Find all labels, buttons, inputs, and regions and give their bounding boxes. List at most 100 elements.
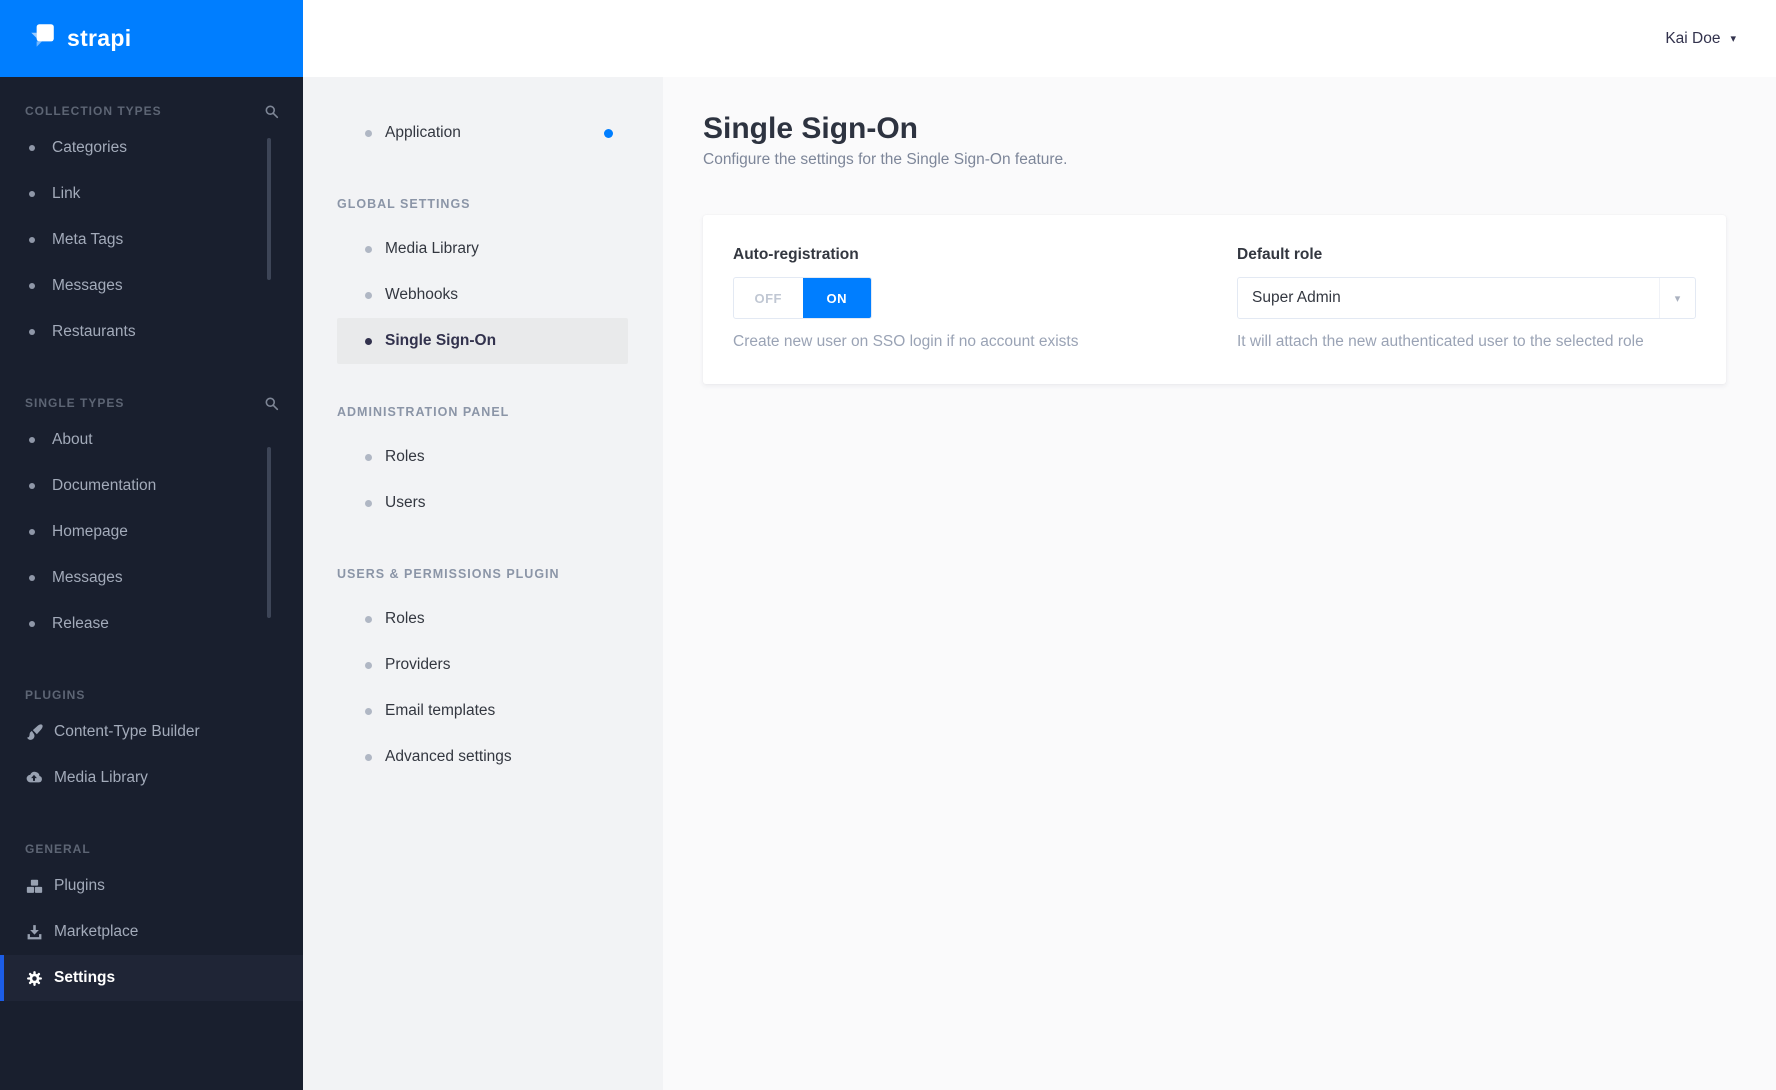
bullet-icon	[365, 453, 372, 461]
subnav-item-up-roles[interactable]: Roles	[337, 596, 628, 642]
sidebar-item-plugins[interactable]: Plugins	[0, 863, 303, 909]
settings-subnav: Application GLOBAL SETTINGS Media Librar…	[303, 77, 663, 1090]
section-single-types: SINGLE TYPES About Documentation Homepag…	[0, 395, 303, 647]
subnav-item-label: Webhooks	[385, 286, 458, 303]
subnav-item-admin-roles[interactable]: Roles	[337, 434, 628, 480]
subnav-item-providers[interactable]: Providers	[337, 642, 628, 688]
sidebar-item-homepage[interactable]: Homepage	[0, 509, 303, 555]
section-general: GENERAL Plugins Marketplace Settings	[0, 841, 303, 1001]
subnav-item-webhooks[interactable]: Webhooks	[337, 272, 628, 318]
main-sidebar: strapi COLLECTION TYPES Categories Link …	[0, 0, 303, 1090]
sidebar-item-label: About	[52, 431, 93, 448]
bullet-icon	[365, 499, 372, 507]
sidebar-item-release[interactable]: Release	[0, 601, 303, 647]
sidebar-item-label: Content-Type Builder	[54, 723, 200, 740]
subnav-item-application[interactable]: Application	[337, 110, 628, 156]
auto-registration-label: Auto-registration	[733, 246, 859, 263]
sso-settings-card: Auto-registration OFF ON Create new user…	[703, 215, 1726, 384]
section-header: PLUGINS	[0, 687, 303, 703]
default-role-select[interactable]: Super Admin ▾	[1237, 277, 1696, 319]
subnav-item-single-sign-on[interactable]: Single Sign-On	[337, 318, 628, 364]
auto-registration-helper: Create new user on SSO login if no accou…	[733, 333, 1079, 350]
section-label: COLLECTION TYPES	[25, 104, 162, 118]
sidebar-item-meta-tags[interactable]: Meta Tags	[0, 217, 303, 263]
sidebar-item-messages[interactable]: Messages	[0, 263, 303, 309]
subnav-section-label: USERS & PERMISSIONS PLUGIN	[337, 567, 560, 581]
bullet-icon	[29, 529, 35, 535]
sidebar-item-label: Settings	[54, 969, 116, 986]
paintbrush-icon	[25, 723, 43, 741]
default-role-helper: It will attach the new authenticated use…	[1237, 333, 1644, 350]
sidebar-item-label: Restaurants	[52, 323, 136, 340]
search-icon[interactable]	[264, 396, 279, 411]
subnav-item-label: Single Sign-On	[385, 332, 497, 349]
subnav-item-advanced-settings[interactable]: Advanced settings	[337, 734, 628, 780]
section-label: SINGLE TYPES	[25, 396, 125, 410]
sidebar-item-content-type-builder[interactable]: Content-Type Builder	[0, 709, 303, 755]
sidebar-item-settings[interactable]: Settings	[0, 955, 303, 1001]
sidebar-item-label: Plugins	[54, 877, 105, 894]
bullet-icon	[29, 191, 35, 197]
bullet-icon	[365, 129, 372, 137]
bullet-icon	[365, 661, 372, 669]
collection-types-scrollbar[interactable]	[267, 138, 271, 280]
sidebar-item-label: Marketplace	[54, 923, 139, 940]
section-label: GENERAL	[25, 842, 91, 856]
user-menu[interactable]: Kai Doe ▾	[1665, 0, 1736, 77]
sidebar-item-media-library[interactable]: Media Library	[0, 755, 303, 801]
sidebar-item-link[interactable]: Link	[0, 171, 303, 217]
subnav-item-admin-users[interactable]: Users	[337, 480, 628, 526]
sidebar-item-label: Messages	[52, 277, 123, 294]
subnav-section-header: ADMINISTRATION PANEL	[337, 404, 628, 420]
bullet-icon	[29, 145, 35, 151]
brand-logo[interactable]: strapi	[0, 0, 303, 77]
section-header: COLLECTION TYPES	[0, 103, 303, 119]
cubes-icon	[25, 878, 43, 895]
search-icon[interactable]	[264, 104, 279, 119]
auto-registration-toggle: OFF ON	[733, 277, 872, 319]
sidebar-item-documentation[interactable]: Documentation	[0, 463, 303, 509]
page-subtitle: Configure the settings for the Single Si…	[703, 151, 1068, 168]
subnav-item-label: Providers	[385, 656, 451, 673]
subnav-item-label: Advanced settings	[385, 748, 512, 765]
bullet-icon	[365, 291, 372, 299]
strapi-logo-icon	[27, 21, 57, 56]
sidebar-item-categories[interactable]: Categories	[0, 125, 303, 171]
toggle-on-button[interactable]: ON	[802, 278, 871, 318]
subnav-item-label: Media Library	[385, 240, 479, 257]
single-types-scrollbar[interactable]	[267, 447, 271, 618]
bullet-icon	[29, 483, 35, 489]
topbar: Kai Doe ▾	[303, 0, 1776, 77]
subnav-item-label: Application	[385, 124, 461, 141]
bullet-icon	[29, 329, 35, 335]
default-role-label: Default role	[1237, 246, 1323, 263]
sidebar-item-label: Media Library	[54, 769, 148, 786]
subnav-section-label: ADMINISTRATION PANEL	[337, 405, 510, 419]
bullet-icon	[365, 615, 372, 623]
sidebar-item-label: Categories	[52, 139, 127, 156]
sidebar-item-messages-single[interactable]: Messages	[0, 555, 303, 601]
subnav-item-label: Users	[385, 494, 426, 511]
chevron-down-icon: ▾	[1730, 33, 1736, 45]
sidebar-item-label: Homepage	[52, 523, 128, 540]
sidebar-item-about[interactable]: About	[0, 417, 303, 463]
auto-registration-field: Auto-registration OFF ON Create new user…	[733, 246, 1192, 351]
sidebar-item-label: Link	[52, 185, 81, 202]
page-title: Single Sign-On	[703, 112, 918, 145]
subnav-item-media-library[interactable]: Media Library	[337, 226, 628, 272]
toggle-off-button[interactable]: OFF	[734, 278, 803, 318]
bullet-icon	[29, 575, 35, 581]
bullet-icon	[365, 753, 372, 761]
bullet-icon	[29, 237, 35, 243]
section-label: PLUGINS	[25, 688, 86, 702]
sidebar-item-marketplace[interactable]: Marketplace	[0, 909, 303, 955]
bullet-icon	[365, 337, 372, 345]
subnav-section-label: GLOBAL SETTINGS	[337, 197, 471, 211]
sidebar-item-label: Meta Tags	[52, 231, 124, 248]
subnav-item-label: Roles	[385, 610, 425, 627]
sidebar-item-restaurants[interactable]: Restaurants	[0, 309, 303, 355]
sidebar-item-label: Messages	[52, 569, 123, 586]
subnav-item-email-templates[interactable]: Email templates	[337, 688, 628, 734]
sidebar-item-label: Release	[52, 615, 109, 632]
gear-icon	[25, 970, 43, 987]
